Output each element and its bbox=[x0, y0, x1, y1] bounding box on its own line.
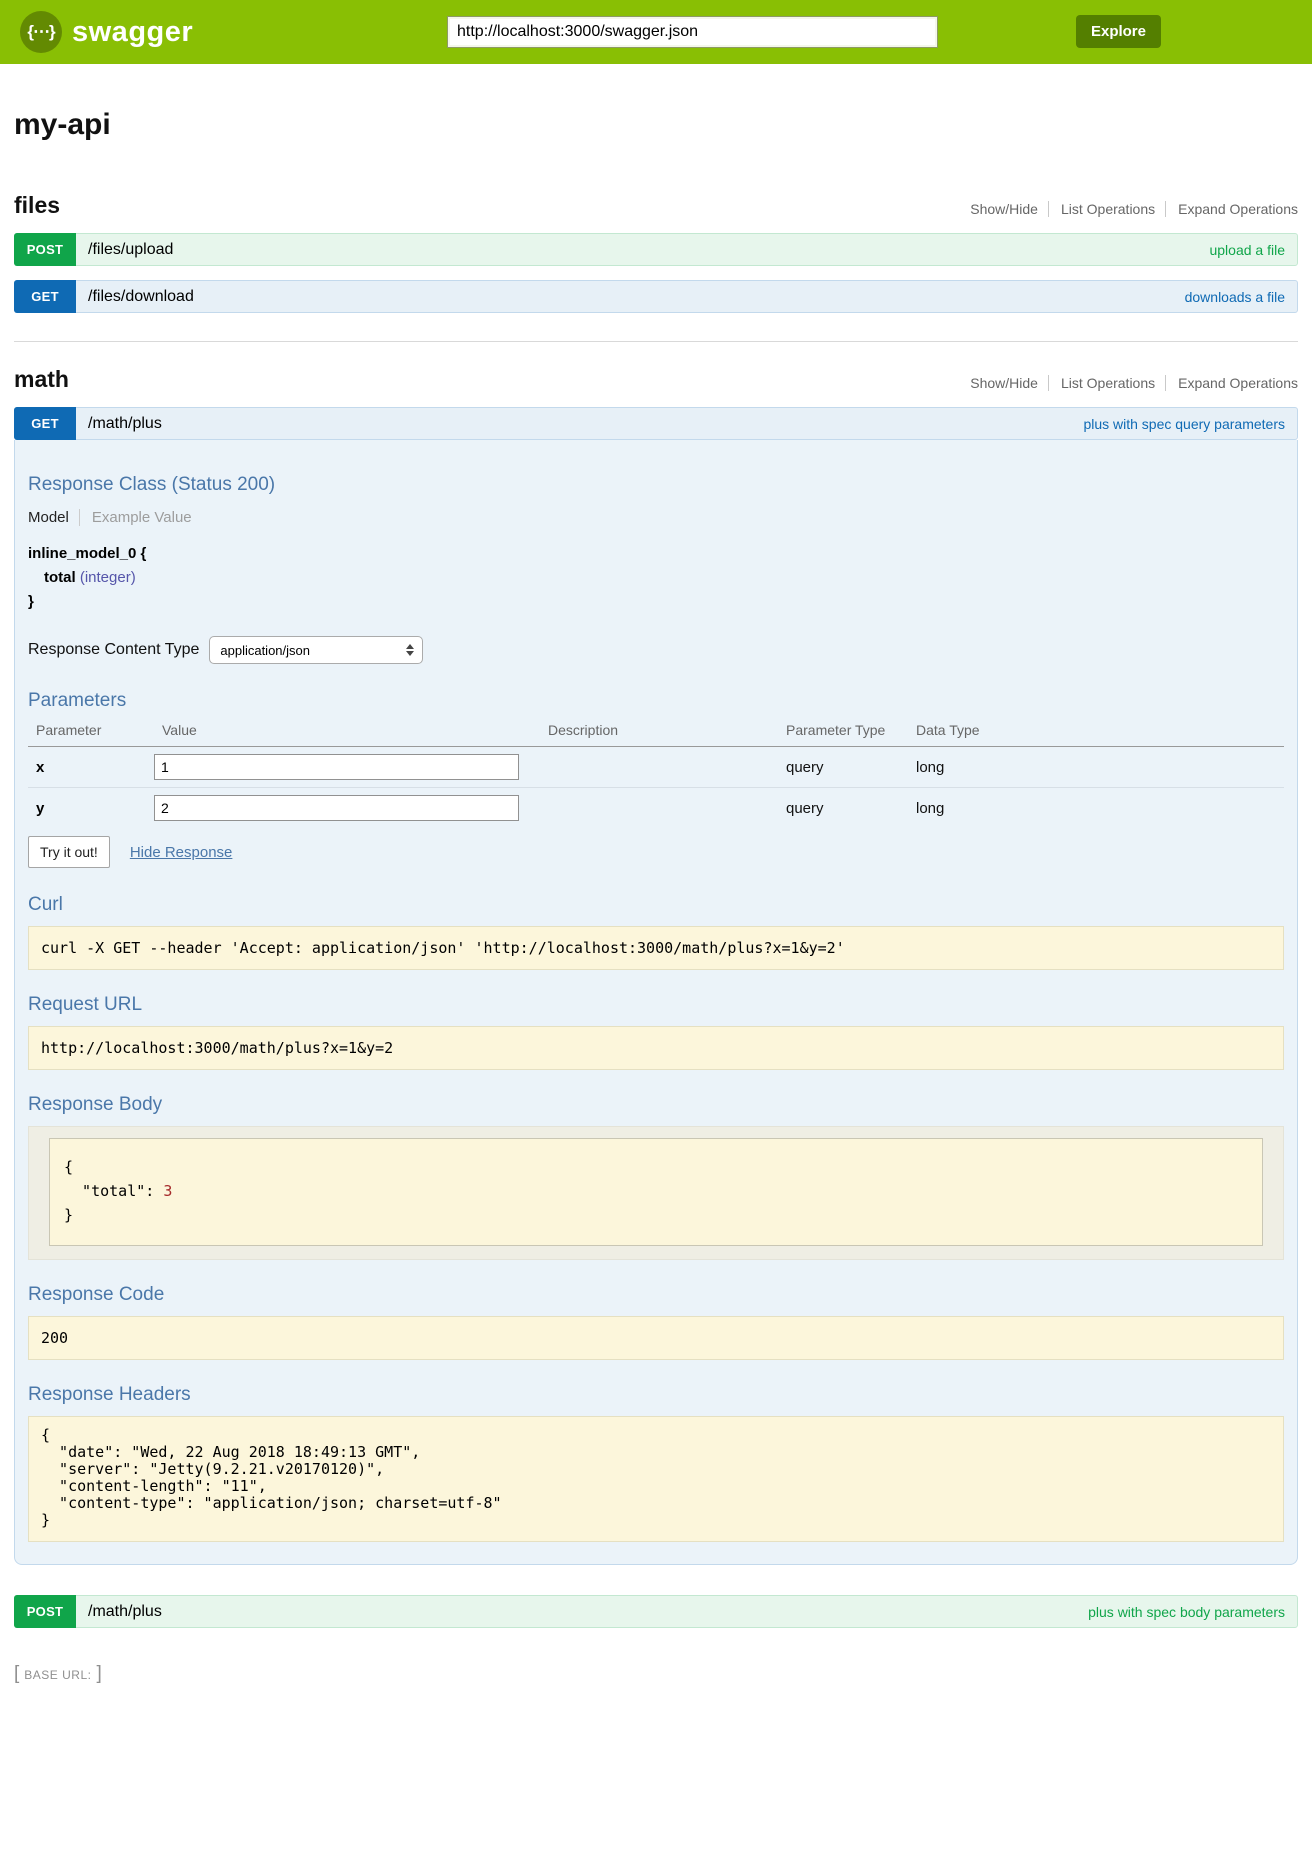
select-arrows-icon bbox=[406, 644, 414, 656]
parameter-row-y: y query long bbox=[28, 788, 1284, 828]
section-controls-math: Show/Hide List Operations Expand Operation… bbox=[970, 375, 1298, 393]
json-key: "total": bbox=[64, 1182, 163, 1200]
curl-heading: Curl bbox=[28, 894, 1284, 916]
base-url-label: BASE URL: bbox=[24, 1668, 91, 1682]
col-parameter-type: Parameter Type bbox=[778, 718, 908, 746]
show-hide-link[interactable]: Show/Hide bbox=[970, 375, 1038, 391]
footer-open-bracket: [ bbox=[14, 1663, 19, 1685]
list-operations-link[interactable]: List Operations bbox=[1048, 201, 1155, 217]
http-method-badge[interactable]: GET bbox=[14, 407, 76, 440]
request-url-value: http://localhost:3000/math/plus?x=1&y=2 bbox=[28, 1026, 1284, 1070]
operation-path-link[interactable]: /files/download bbox=[88, 288, 1185, 306]
operation-heading[interactable]: POST /files/upload upload a file bbox=[14, 233, 1298, 266]
try-it-out-button[interactable]: Try it out! bbox=[28, 836, 110, 868]
response-body-json: { "total": 3 } bbox=[49, 1138, 1263, 1246]
operation-post-math-plus: POST /math/plus plus with spec body para… bbox=[14, 1595, 1298, 1628]
operation-summary-link[interactable]: plus with spec query parameters bbox=[1083, 416, 1285, 432]
response-body-heading: Response Body bbox=[28, 1094, 1284, 1116]
response-content-type-select[interactable]: application/json bbox=[209, 636, 423, 664]
col-parameter: Parameter bbox=[28, 718, 154, 746]
json-close-brace: } bbox=[64, 1206, 73, 1224]
parameter-row-x: x query long bbox=[28, 747, 1284, 788]
response-body-block: { "total": 3 } bbox=[28, 1126, 1284, 1260]
param-type: query bbox=[778, 759, 908, 776]
tab-example-value[interactable]: Example Value bbox=[79, 509, 192, 526]
brand-title: swagger bbox=[72, 16, 193, 49]
parameters-table-header: Parameter Value Description Parameter Ty… bbox=[28, 718, 1284, 747]
model-property-type: (integer) bbox=[80, 569, 136, 586]
operation-path-link[interactable]: /math/plus bbox=[88, 1603, 1088, 1621]
col-value: Value bbox=[154, 718, 540, 746]
operation-summary-link[interactable]: downloads a file bbox=[1185, 289, 1285, 305]
param-type: query bbox=[778, 800, 908, 817]
swagger-brand-link[interactable]: {⋯} swagger bbox=[20, 11, 193, 53]
section-math: math Show/Hide List Operations Expand Oper… bbox=[14, 366, 1298, 1628]
section-title-files[interactable]: files bbox=[14, 192, 60, 219]
operation-summary-link[interactable]: upload a file bbox=[1209, 242, 1285, 258]
operation-summary-link[interactable]: plus with spec body parameters bbox=[1088, 1604, 1285, 1620]
model-open: inline_model_0 { bbox=[28, 542, 1284, 566]
expand-operations-link[interactable]: Expand Operations bbox=[1165, 375, 1298, 391]
http-method-badge[interactable]: POST bbox=[14, 233, 76, 266]
operation-get-math-plus: GET /math/plus plus with spec query para… bbox=[14, 407, 1298, 1565]
tab-model[interactable]: Model bbox=[28, 509, 69, 526]
expand-operations-link[interactable]: Expand Operations bbox=[1165, 201, 1298, 217]
parameters-heading: Parameters bbox=[28, 690, 1284, 712]
api-title: my-api bbox=[14, 108, 1298, 142]
operation-heading[interactable]: GET /math/plus plus with spec query para… bbox=[14, 407, 1298, 440]
section-divider bbox=[14, 341, 1298, 342]
param-y-value-input[interactable] bbox=[154, 795, 519, 821]
top-bar: {⋯} swagger Explore bbox=[0, 0, 1312, 64]
operation-content: Response Class (Status 200) Model Exampl… bbox=[14, 440, 1298, 1565]
section-title-math[interactable]: math bbox=[14, 366, 69, 393]
operation-get-files-download: GET /files/download downloads a file bbox=[14, 280, 1298, 313]
param-data-type: long bbox=[908, 800, 1284, 817]
show-hide-link[interactable]: Show/Hide bbox=[970, 201, 1038, 217]
response-code-value: 200 bbox=[28, 1316, 1284, 1360]
http-method-badge[interactable]: GET bbox=[14, 280, 76, 313]
request-url-heading: Request URL bbox=[28, 994, 1284, 1016]
json-open-brace: { bbox=[64, 1158, 73, 1176]
spec-url-input[interactable] bbox=[447, 16, 938, 48]
list-operations-link[interactable]: List Operations bbox=[1048, 375, 1155, 391]
col-description: Description bbox=[540, 718, 778, 746]
footer-close-bracket: ] bbox=[96, 1663, 101, 1685]
param-name: y bbox=[28, 800, 154, 817]
operation-path-link[interactable]: /math/plus bbox=[88, 415, 1083, 433]
response-headers-value: { "date": "Wed, 22 Aug 2018 18:49:13 GMT… bbox=[28, 1416, 1284, 1542]
explore-button[interactable]: Explore bbox=[1076, 15, 1161, 48]
model-close: } bbox=[28, 590, 1284, 614]
col-data-type: Data Type bbox=[908, 718, 1284, 746]
model-signature: inline_model_0 { total (integer) } bbox=[28, 542, 1284, 614]
model-property-name: total bbox=[44, 569, 76, 586]
response-headers-heading: Response Headers bbox=[28, 1384, 1284, 1406]
response-class-tabs: Model Example Value bbox=[28, 502, 1284, 532]
param-name: x bbox=[28, 759, 154, 776]
hide-response-link[interactable]: Hide Response bbox=[130, 844, 233, 861]
swagger-logo-icon: {⋯} bbox=[20, 11, 62, 53]
base-url-footer: [ BASE URL: ] bbox=[14, 1662, 1298, 1686]
section-controls-files: Show/Hide List Operations Expand Operation… bbox=[970, 201, 1298, 219]
json-number-value: 3 bbox=[163, 1182, 172, 1200]
operation-post-files-upload: POST /files/upload upload a file bbox=[14, 233, 1298, 266]
param-data-type: long bbox=[908, 759, 1284, 776]
operation-path-link[interactable]: /files/upload bbox=[88, 241, 1209, 259]
param-x-value-input[interactable] bbox=[154, 754, 519, 780]
response-content-type-label: Response Content Type bbox=[28, 641, 199, 659]
selected-content-type: application/json bbox=[220, 643, 310, 658]
response-class-heading: Response Class (Status 200) bbox=[28, 474, 1284, 496]
curl-command: curl -X GET --header 'Accept: applicatio… bbox=[28, 926, 1284, 970]
http-method-badge[interactable]: POST bbox=[14, 1595, 76, 1628]
operation-heading[interactable]: GET /files/download downloads a file bbox=[14, 280, 1298, 313]
section-files: files Show/Hide List Operations Expand Ope… bbox=[14, 192, 1298, 313]
operation-heading[interactable]: POST /math/plus plus with spec body para… bbox=[14, 1595, 1298, 1628]
logo-glyph: {⋯} bbox=[27, 22, 54, 42]
response-code-heading: Response Code bbox=[28, 1284, 1284, 1306]
